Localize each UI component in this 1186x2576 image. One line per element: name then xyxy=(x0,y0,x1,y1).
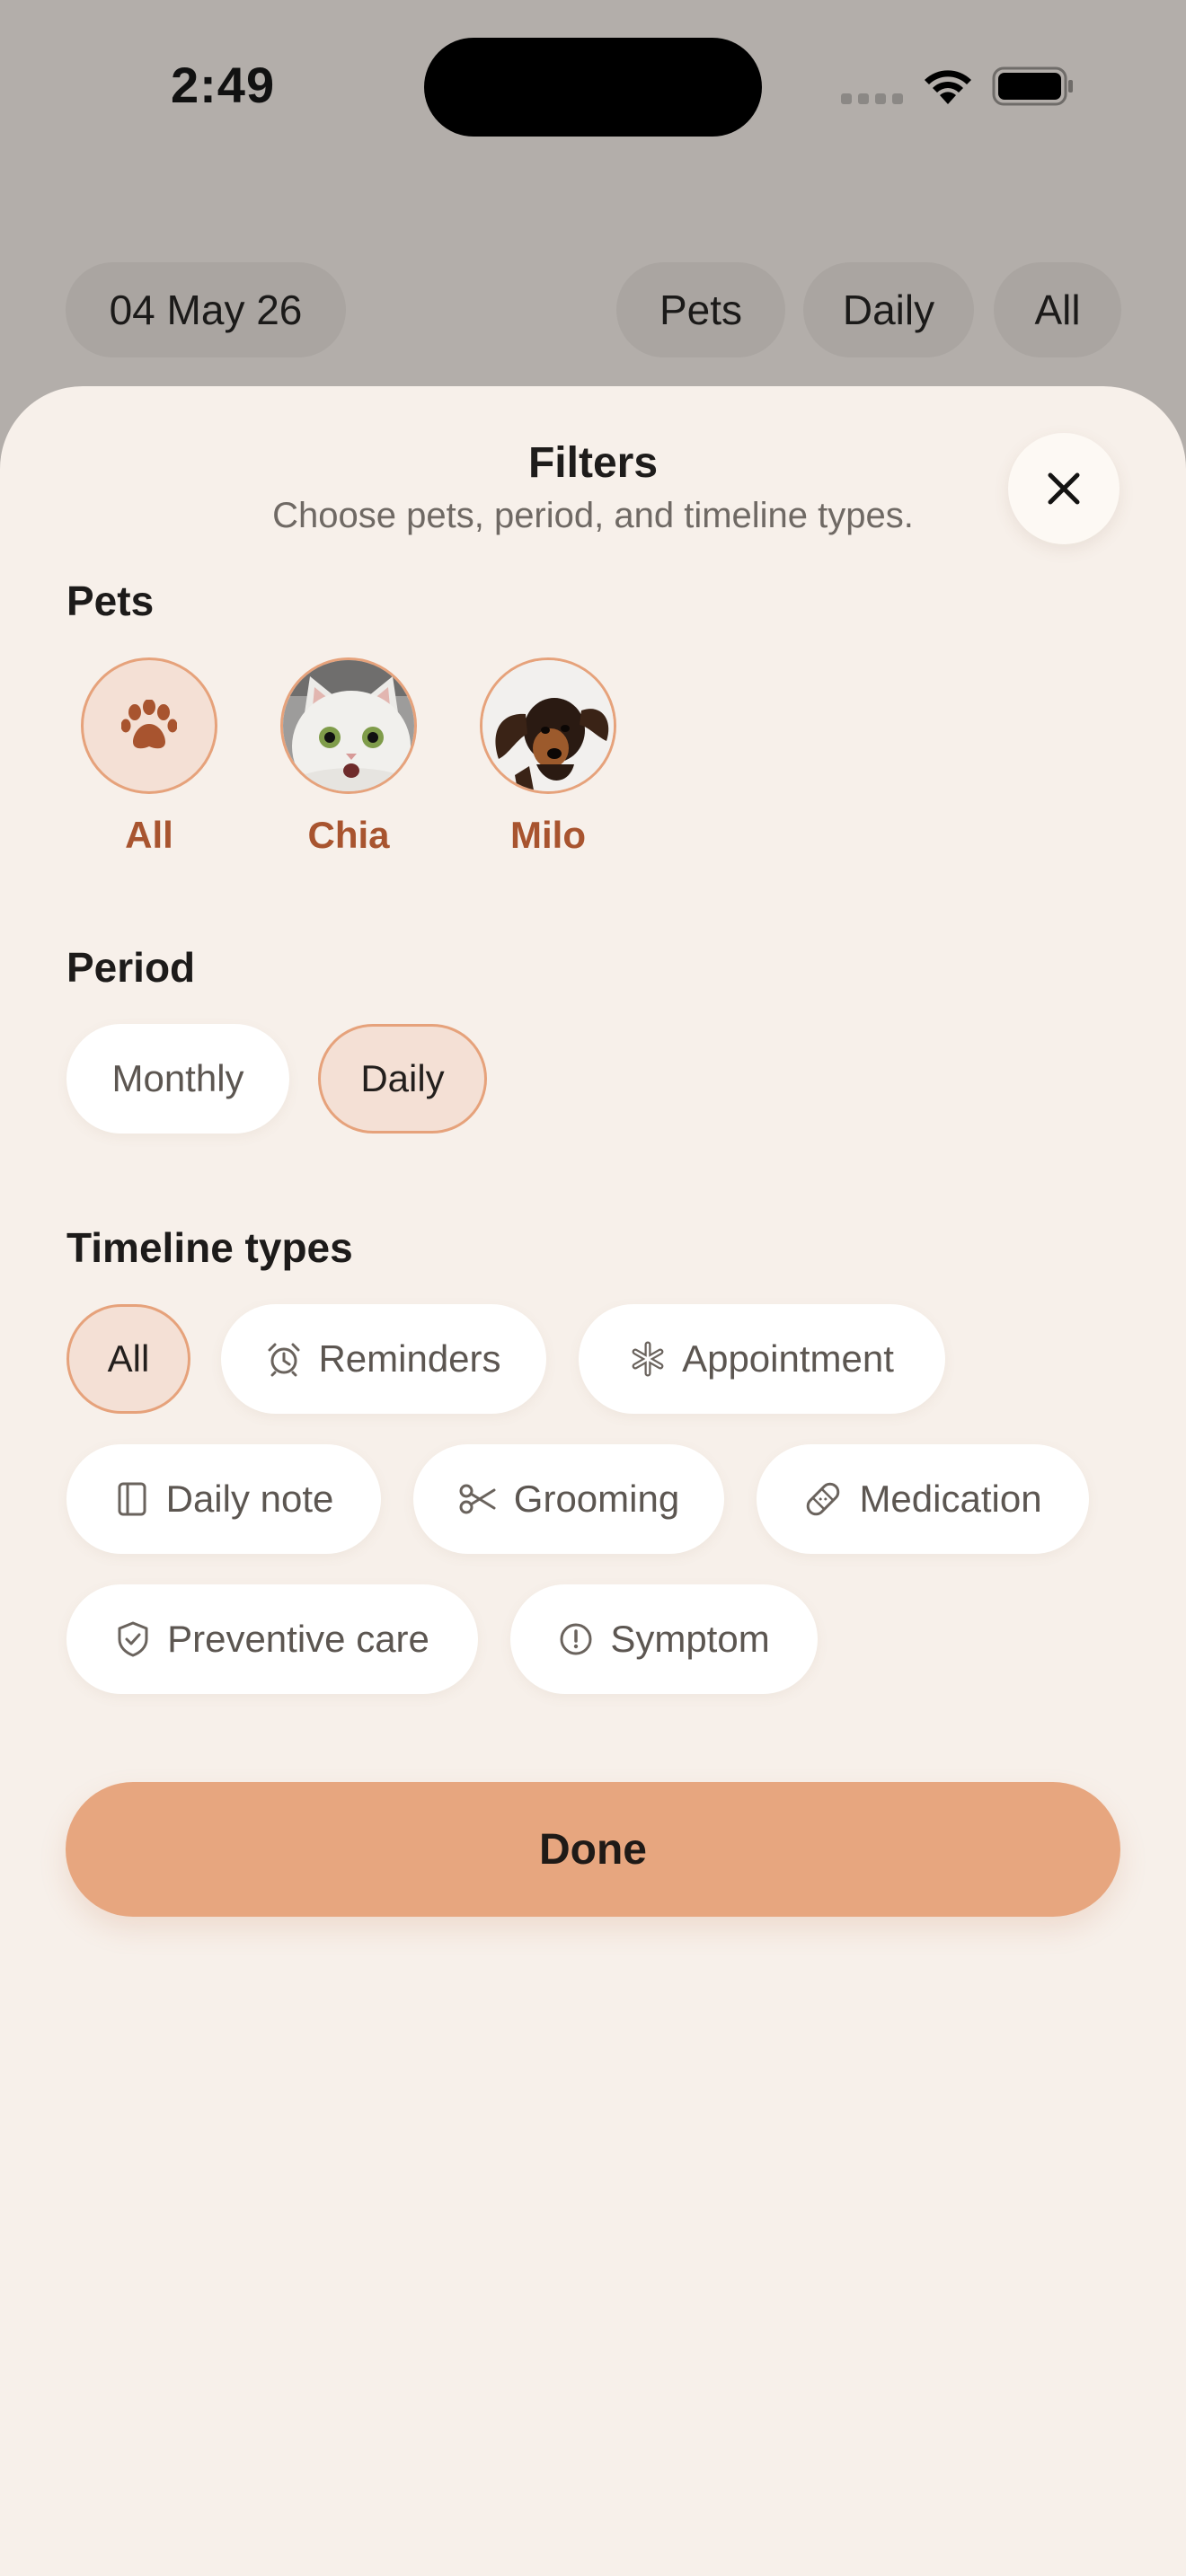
cat-photo xyxy=(283,660,414,791)
chip-label: Reminders xyxy=(318,1337,501,1380)
sheet-subtitle: Choose pets, period, and timeline types. xyxy=(272,496,914,535)
pet-name: Milo xyxy=(510,814,586,856)
paw-icon xyxy=(121,700,177,749)
chip-label: Symptom xyxy=(610,1618,770,1660)
pet-avatar-all xyxy=(81,657,217,794)
chip-label: Grooming xyxy=(513,1478,680,1520)
alert-circle-icon xyxy=(560,1623,592,1655)
type-option-grooming[interactable]: Grooming xyxy=(413,1444,724,1554)
types-filter-pill: All xyxy=(994,262,1121,357)
filters-sheet: Filters Choose pets, period, and timelin… xyxy=(0,386,1186,2576)
wifi-icon xyxy=(925,70,971,104)
dynamic-island xyxy=(424,38,762,137)
type-option-appointment[interactable]: Appointment xyxy=(579,1304,945,1414)
type-option-symptom[interactable]: Symptom xyxy=(510,1584,818,1694)
pet-avatar-chia xyxy=(280,657,417,794)
chip-label: All xyxy=(107,1337,150,1380)
period-filter-pill: Daily xyxy=(803,262,974,357)
type-option-preventive-care[interactable]: Preventive care xyxy=(66,1584,478,1694)
pets-filter-pill: Pets xyxy=(616,262,785,357)
chip-label: Daily note xyxy=(165,1478,334,1520)
date-filter-pill: 04 May 26 xyxy=(66,262,346,357)
pets-section-label: Pets xyxy=(66,578,155,624)
period-section-label: Period xyxy=(66,944,196,991)
notebook-icon xyxy=(118,1482,146,1516)
type-option-all[interactable]: All xyxy=(66,1304,190,1414)
alarm-clock-icon xyxy=(268,1343,300,1377)
medical-cross-icon xyxy=(632,1341,664,1377)
pet-option-all[interactable]: All xyxy=(81,657,217,857)
dog-photo xyxy=(482,660,614,791)
pet-avatar-milo xyxy=(480,657,616,794)
done-button[interactable]: Done xyxy=(66,1782,1120,1917)
bandage-icon xyxy=(807,1482,840,1516)
type-option-daily-note[interactable]: Daily note xyxy=(66,1444,381,1554)
pet-option-milo[interactable]: Milo xyxy=(480,657,616,857)
period-option-daily[interactable]: Daily xyxy=(318,1024,487,1134)
battery-icon xyxy=(992,66,1073,106)
type-option-medication[interactable]: Medication xyxy=(757,1444,1089,1554)
chip-label: Appointment xyxy=(682,1337,894,1380)
timeline-types-section-label: Timeline types xyxy=(66,1224,353,1271)
chip-label: Monthly xyxy=(111,1057,244,1099)
shield-check-icon xyxy=(118,1621,148,1657)
period-option-monthly[interactable]: Monthly xyxy=(66,1024,289,1134)
status-time: 2:49 xyxy=(171,57,276,113)
signal-icon xyxy=(841,93,903,104)
chip-label: Daily xyxy=(360,1057,445,1099)
pet-name: All xyxy=(125,814,173,856)
chip-label: Preventive care xyxy=(167,1618,429,1660)
pet-option-chia[interactable]: Chia xyxy=(280,657,417,857)
close-icon xyxy=(1048,472,1080,505)
scissors-icon xyxy=(459,1484,496,1514)
close-button[interactable] xyxy=(1008,433,1120,544)
type-option-reminders[interactable]: Reminders xyxy=(221,1304,546,1414)
pet-name: Chia xyxy=(307,814,390,856)
chip-label: Medication xyxy=(859,1478,1042,1520)
